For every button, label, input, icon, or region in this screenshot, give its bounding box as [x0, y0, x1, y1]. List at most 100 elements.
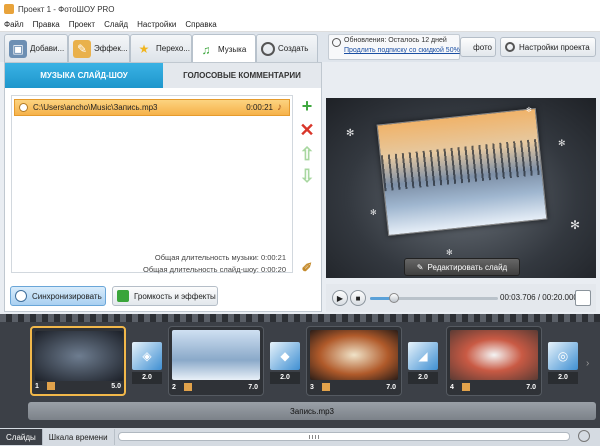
chevron-right-icon[interactable]: ›: [586, 358, 589, 369]
zoom-icon[interactable]: [578, 430, 590, 442]
project-settings-button[interactable]: Настройки проекта: [500, 37, 596, 57]
move-down-icon[interactable]: ⇩: [298, 167, 316, 185]
playback-time: 00:03.706 / 00:20.000: [500, 293, 578, 302]
tab-music[interactable]: ♫ Музыка: [192, 34, 256, 64]
synchronize-button[interactable]: Синхронизировать: [10, 286, 106, 306]
edit-slide-icon[interactable]: [322, 383, 330, 391]
track-row[interactable]: C:\Users\ancho\Music\Запись.mp3 0:00:21 …: [14, 99, 290, 116]
slide-timeline: 1 5.0 ◈ 2.0 2 7.0 ◆ 2.0 3 7.0 ◢ 2.0 4 7.…: [0, 314, 600, 428]
transition-duration: 2.0: [548, 372, 578, 384]
volume-effects-label: Громкость и эффекты: [134, 291, 216, 301]
menu-edit[interactable]: Правка: [33, 20, 60, 29]
tab-create-label: Создать: [278, 44, 309, 53]
slide-thumb-4: [450, 330, 538, 380]
slide-thumb-3: [310, 330, 398, 380]
music-duration-text: Общая длительность музыки: 0:00:21: [154, 253, 286, 262]
clear-broom-icon[interactable]: ✐: [298, 259, 316, 277]
menu-help[interactable]: Справка: [185, 20, 216, 29]
slideshow-duration-text: Общая длительность слайд-шоу: 0:00:20: [142, 265, 286, 274]
snowflake-icon: ✻: [446, 248, 453, 257]
transition-card-2[interactable]: ◆ 2.0: [270, 342, 300, 384]
sync-clock-icon: [15, 290, 27, 302]
move-up-icon[interactable]: ⇧: [298, 145, 316, 163]
transition-thumb-2: ◆: [270, 342, 300, 370]
window-title: Проект 1 - ФотоШОУ PRO: [18, 4, 115, 14]
slide-card-2[interactable]: 2 7.0: [168, 326, 264, 396]
gear-icon: [505, 42, 515, 52]
slide-number: 1: [35, 382, 39, 390]
slide-card-1[interactable]: 1 5.0: [30, 326, 126, 396]
seek-knob[interactable]: [388, 293, 399, 303]
slide-card-3[interactable]: 3 7.0: [306, 326, 402, 396]
menu-project[interactable]: Проект: [69, 20, 95, 29]
tab-create[interactable]: Создать: [256, 34, 318, 62]
transition-card-1[interactable]: ◈ 2.0: [132, 342, 162, 384]
fullscreen-icon[interactable]: [575, 290, 591, 306]
snowflake-icon: ✻: [526, 107, 532, 114]
slide-meta-3: 3 7.0: [310, 382, 398, 392]
scrollbar-grip[interactable]: [309, 435, 319, 439]
tab-timeline[interactable]: Шкала времени: [43, 429, 115, 445]
menu-settings[interactable]: Настройки: [137, 20, 176, 29]
transition-duration: 2.0: [270, 372, 300, 384]
slide-number: 2: [172, 383, 176, 391]
volume-effects-button[interactable]: Громкость и эффекты: [112, 286, 218, 306]
slide-thumb-2: [172, 330, 260, 380]
music-icon: ♫: [201, 42, 211, 57]
seek-bar[interactable]: [370, 293, 498, 303]
tab-add-photos[interactable]: ▣ Добави...: [4, 34, 68, 62]
audio-track-bar[interactable]: Запись.mp3: [28, 402, 596, 420]
tab-transitions-label: Перехо...: [156, 44, 190, 53]
music-note-icon[interactable]: ♪: [277, 102, 287, 113]
slide-meta-2: 2 7.0: [172, 382, 260, 392]
transition-thumb-4: ◎: [548, 342, 578, 370]
tab-transitions[interactable]: ★ Перехо...: [130, 34, 192, 62]
preview-photo: [376, 107, 548, 237]
edit-slide-button[interactable]: ✎ Редактировать слайд: [404, 258, 520, 276]
clock-icon: [332, 38, 341, 47]
play-icon[interactable]: ▶: [332, 290, 348, 306]
transition-card-4[interactable]: ◎ 2.0: [548, 342, 578, 384]
slide-card-4[interactable]: 4 7.0: [446, 326, 542, 396]
menu-file[interactable]: Файл: [4, 20, 24, 29]
tab-slideshow-music[interactable]: МУЗЫКА СЛАЙД-ШОУ: [5, 63, 163, 88]
durations-block: Общая длительность музыки: 0:00:21 Общая…: [120, 252, 286, 276]
player-controls: ▶ ■ 00:03.706 / 00:20.000: [326, 284, 596, 312]
timeline-scrollbar[interactable]: [118, 432, 570, 441]
app-icon: [4, 4, 14, 14]
title-bar: Проект 1 - ФотоШОУ PRO: [0, 0, 600, 18]
transitions-icon: ★: [138, 41, 150, 56]
stop-icon[interactable]: ■: [350, 290, 366, 306]
effects-icon: ✎: [73, 39, 91, 58]
edit-slide-icon[interactable]: [184, 383, 192, 391]
transition-card-3[interactable]: ◢ 2.0: [408, 342, 438, 384]
snowflake-icon: ✻: [370, 208, 377, 217]
slide-number: 4: [450, 383, 454, 391]
pencil-icon: ✎: [416, 262, 424, 272]
edit-slide-icon[interactable]: [462, 383, 470, 391]
tab-slides[interactable]: Слайды: [0, 429, 43, 445]
music-subtabs: МУЗЫКА СЛАЙД-ШОУ ГОЛОСОВЫЕ КОММЕНТАРИИ: [5, 63, 321, 88]
tab-effects[interactable]: ✎ Эффек...: [68, 34, 130, 62]
edit-slide-label: Редактировать слайд: [427, 262, 508, 272]
menu-slide[interactable]: Слайд: [104, 20, 128, 29]
renew-subscription-link[interactable]: Продлить подписку со скидкой 50%: [344, 47, 460, 54]
add-track-icon[interactable]: +: [298, 97, 316, 115]
slide-thumb-1: [35, 331, 123, 381]
update-remaining-text: Обновления: Осталось 12 дней: [344, 37, 447, 44]
synchronize-label: Синхронизировать: [32, 291, 102, 301]
snowflake-icon: ✻: [558, 138, 566, 148]
slide-duration: 7.0: [248, 383, 258, 391]
slide-duration: 5.0: [111, 382, 121, 390]
menu-bar: Файл Правка Проект Слайд Настройки Справ…: [0, 18, 600, 32]
photo-button[interactable]: фото: [460, 37, 496, 57]
project-settings-label: Настройки проекта: [519, 42, 590, 52]
slide-number: 3: [310, 383, 314, 391]
tab-voice-comments[interactable]: ГОЛОСОВЫЕ КОММЕНТАРИИ: [163, 63, 321, 88]
snowflake-icon: ✻: [570, 218, 581, 232]
delete-track-icon[interactable]: ✕: [298, 121, 316, 139]
transition-thumb-1: ◈: [132, 342, 162, 370]
film-strip-edge: [0, 314, 600, 322]
slide-preview: ✻ ✻ ✻ ✻ ✻ ✻: [326, 98, 596, 278]
edit-slide-icon[interactable]: [47, 382, 55, 390]
